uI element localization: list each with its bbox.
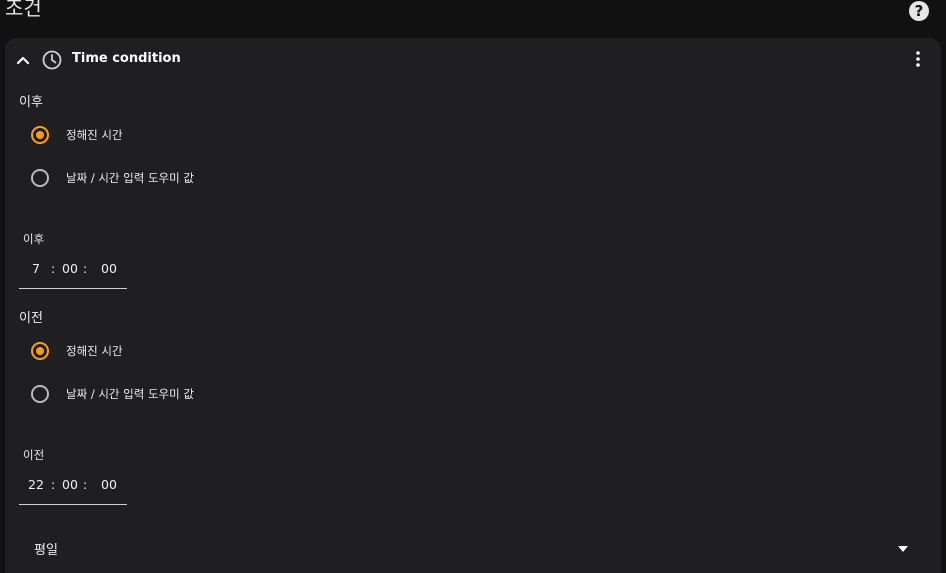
radio-label: 날짜 / 시간 입력 도우미 값: [66, 387, 194, 401]
weekday-select[interactable]: 평일: [19, 534, 919, 568]
time-field-label: 이후: [23, 232, 45, 246]
more-vertical-icon[interactable]: [908, 49, 928, 69]
caret-down-icon[interactable]: [897, 545, 909, 553]
time-separator: :: [51, 477, 56, 492]
clock-icon: [42, 50, 62, 70]
radio-button[interactable]: [31, 385, 49, 403]
radio-label: 정해진 시간: [66, 344, 123, 358]
after-group-label: 이후: [19, 95, 43, 110]
time-field-label: 이전: [23, 448, 45, 462]
radio-label: 정해진 시간: [66, 128, 123, 142]
hours-input[interactable]: 22: [25, 476, 47, 494]
time-separator: :: [83, 477, 88, 492]
radio-button[interactable]: [31, 342, 49, 360]
hours-input[interactable]: 7: [25, 260, 47, 278]
after-time-field[interactable]: 이후 7 : 00 : 00: [19, 231, 127, 289]
seconds-input[interactable]: 00: [99, 260, 119, 278]
field-underline: [19, 288, 127, 289]
help-icon[interactable]: ?: [909, 1, 929, 21]
time-condition-page: 조건 ? Time condition 이후 정해진 시간 날짜 / 시간 입력…: [0, 0, 946, 573]
before-time-field[interactable]: 이전 22 : 00 : 00: [19, 447, 127, 505]
radio-button[interactable]: [31, 169, 49, 187]
time-values[interactable]: 22 : 00 : 00: [19, 476, 127, 494]
field-underline: [19, 504, 127, 505]
minutes-input[interactable]: 00: [61, 476, 79, 494]
chevron-up-icon[interactable]: [13, 50, 33, 70]
weekday-select-value: 평일: [34, 543, 58, 558]
time-condition-card: Time condition 이후 정해진 시간 날짜 / 시간 입력 도우미 …: [5, 38, 941, 573]
minutes-input[interactable]: 00: [61, 260, 79, 278]
time-separator: :: [51, 261, 56, 276]
card-title: Time condition: [72, 51, 181, 66]
card-header[interactable]: Time condition: [5, 38, 941, 82]
section-title: 조건: [5, 0, 42, 20]
radio-button[interactable]: [31, 126, 49, 144]
time-values[interactable]: 7 : 00 : 00: [19, 260, 127, 278]
before-group-label: 이전: [19, 311, 43, 326]
radio-label: 날짜 / 시간 입력 도우미 값: [66, 171, 194, 185]
time-separator: :: [83, 261, 88, 276]
seconds-input[interactable]: 00: [99, 476, 119, 494]
